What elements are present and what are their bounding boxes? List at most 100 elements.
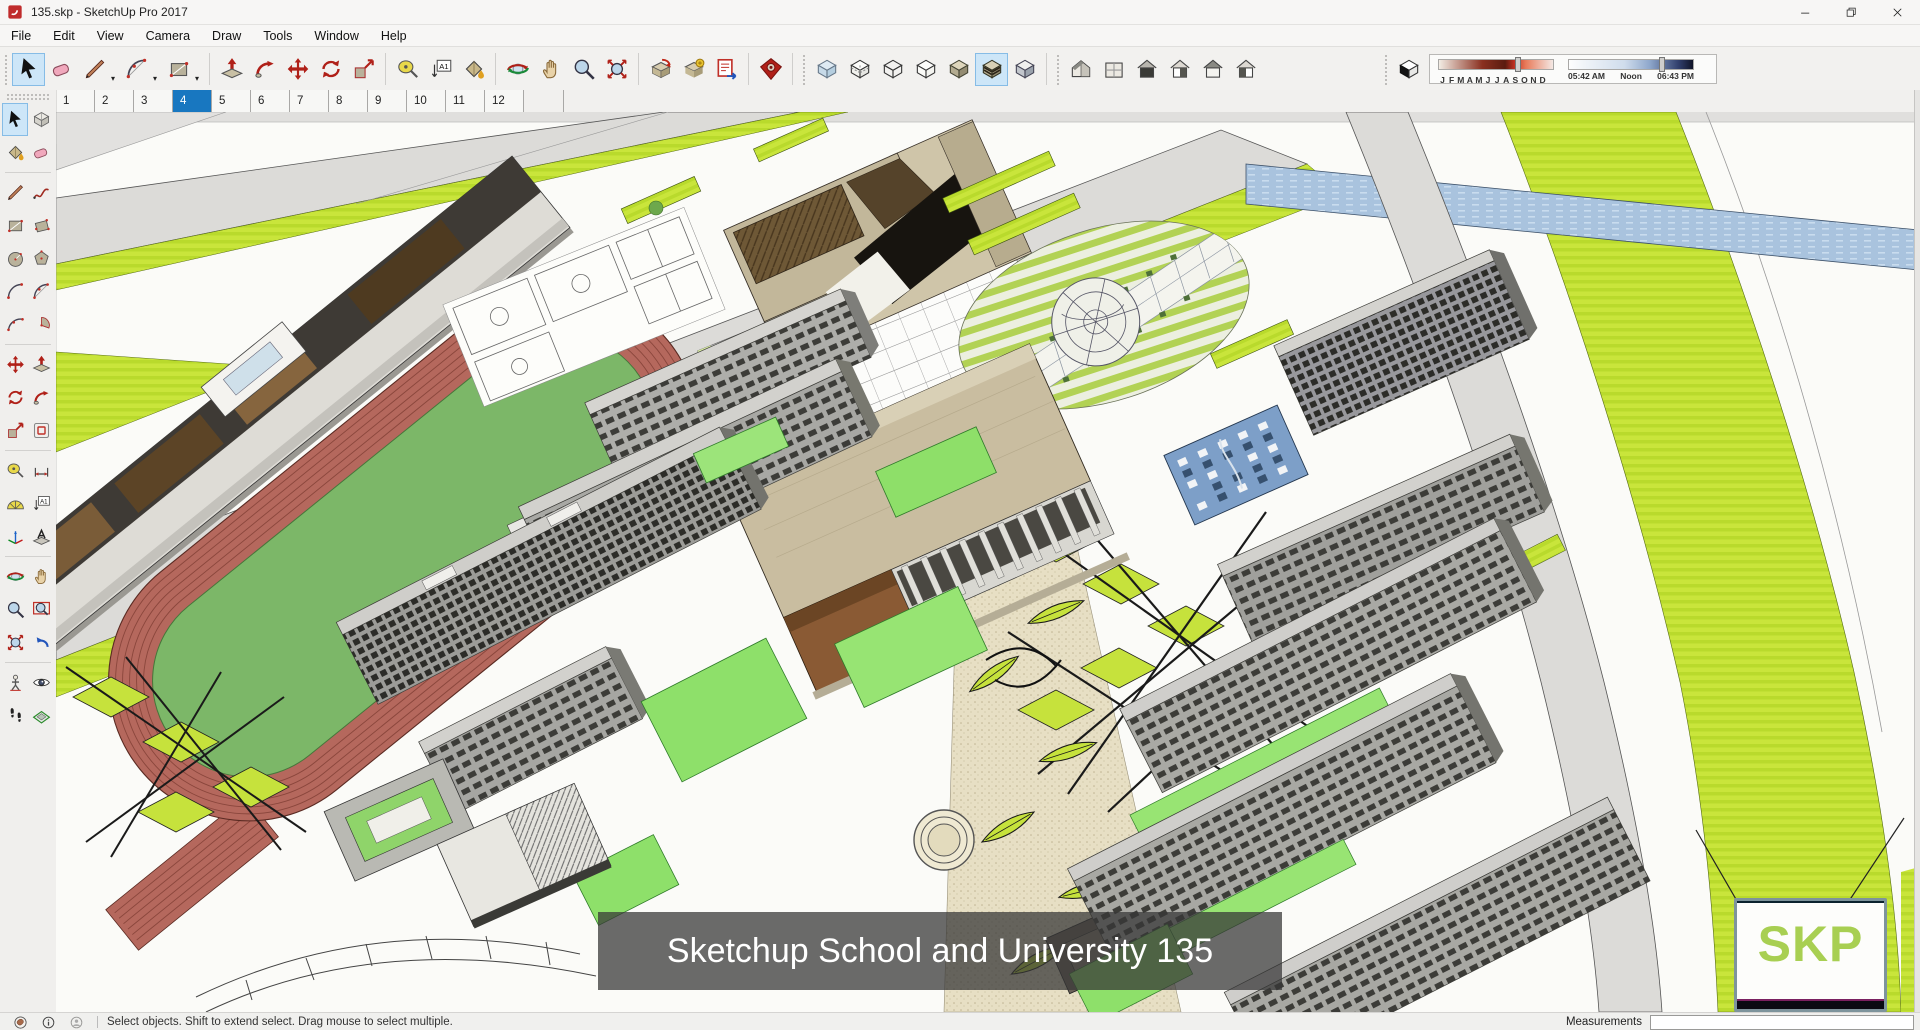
menu-camera[interactable]: Camera — [135, 27, 201, 45]
orbit-button[interactable] — [501, 53, 534, 86]
scene-tab-5[interactable]: 5 — [212, 90, 251, 112]
rectangle-tool-button[interactable] — [2, 209, 28, 242]
back-edges-button[interactable] — [843, 53, 876, 86]
pan-tool-button[interactable] — [28, 560, 54, 593]
top-view-button[interactable] — [1097, 53, 1130, 86]
text-tool-button[interactable]: A1 — [28, 487, 54, 520]
shaded-button[interactable] — [942, 53, 975, 86]
protractor-tool-button[interactable] — [2, 487, 28, 520]
eraser-button[interactable] — [45, 53, 78, 86]
scale-button[interactable] — [347, 53, 380, 86]
scene-tab-11[interactable]: 11 — [446, 90, 485, 112]
pie-tool-button[interactable] — [28, 308, 54, 341]
scene-tab-1[interactable]: 1 — [56, 90, 95, 112]
menu-draw[interactable]: Draw — [201, 27, 252, 45]
menu-window[interactable]: Window — [303, 27, 369, 45]
share-model-button[interactable] — [677, 53, 710, 86]
send-to-layout-button[interactable] — [710, 53, 743, 86]
scene-tab-3[interactable]: 3 — [134, 90, 173, 112]
position-camera-tool-button[interactable] — [2, 666, 28, 699]
toolbar-grip[interactable] — [801, 53, 807, 85]
palette-grip[interactable] — [6, 93, 50, 101]
menu-file[interactable]: File — [0, 27, 42, 45]
credits-icon[interactable] — [41, 1015, 56, 1030]
toolbar-grip[interactable] — [1383, 53, 1389, 85]
pan-button[interactable] — [534, 53, 567, 86]
move-button[interactable] — [281, 53, 314, 86]
rectangle-dropdown-caret-icon[interactable]: ▾ — [195, 74, 204, 86]
back-view-button[interactable] — [1196, 53, 1229, 86]
menu-help[interactable]: Help — [370, 27, 418, 45]
tape-measure-tool-button[interactable] — [2, 454, 28, 487]
zoom-extents-button[interactable] — [600, 53, 633, 86]
line-button[interactable] — [78, 53, 111, 86]
shadow-time-slider[interactable]: 05:42 AM Noon 06:43 PM — [1568, 57, 1694, 81]
offset-tool-button[interactable] — [28, 414, 54, 447]
rectangle-button[interactable] — [162, 53, 195, 86]
arc-tool-button[interactable] — [2, 275, 28, 308]
measurements-input[interactable] — [1650, 1014, 1914, 1030]
zoom-window-tool-button[interactable] — [28, 593, 54, 626]
toolbar-grip[interactable] — [3, 53, 9, 85]
sign-in-icon[interactable] — [69, 1015, 84, 1030]
rotate-button[interactable] — [314, 53, 347, 86]
model-viewport[interactable] — [56, 112, 1920, 1012]
follow-me-button[interactable] — [248, 53, 281, 86]
previous-tool-button[interactable] — [28, 626, 54, 659]
shadow-date-slider[interactable]: JFMAMJJASOND — [1438, 57, 1554, 88]
eraser-tool-button[interactable] — [28, 136, 54, 169]
scale-tool-button[interactable] — [2, 414, 28, 447]
scene-tab-7[interactable]: 7 — [290, 90, 329, 112]
dimension-tool-button[interactable] — [28, 454, 54, 487]
scene-tab-10[interactable]: 10 — [407, 90, 446, 112]
toolbar-grip[interactable] — [1055, 53, 1061, 85]
push-pull-button[interactable] — [215, 53, 248, 86]
shadows-toggle-button[interactable] — [1392, 53, 1425, 86]
three-point-arc-tool-button[interactable] — [2, 308, 28, 341]
paint-bucket-button[interactable] — [457, 53, 490, 86]
freehand-tool-button[interactable] — [28, 176, 54, 209]
push-pull-tool-button[interactable] — [28, 348, 54, 381]
iso-view-button[interactable] — [1064, 53, 1097, 86]
menu-edit[interactable]: Edit — [42, 27, 86, 45]
front-view-button[interactable] — [1130, 53, 1163, 86]
restore-button[interactable] — [1828, 0, 1874, 24]
scene-tab-9[interactable]: 9 — [368, 90, 407, 112]
follow-me-tool-button[interactable] — [28, 381, 54, 414]
hidden-line-button[interactable] — [909, 53, 942, 86]
line-tool-button[interactable] — [2, 176, 28, 209]
paint-bucket-tool-button[interactable] — [2, 136, 28, 169]
time-slider-track[interactable] — [1568, 59, 1694, 70]
zoom-tool-button[interactable] — [2, 593, 28, 626]
left-view-button[interactable] — [1229, 53, 1262, 86]
extension-warehouse-button[interactable] — [754, 53, 787, 86]
orbit-tool-button[interactable] — [2, 560, 28, 593]
circle-tool-button[interactable] — [2, 242, 28, 275]
move-tool-button[interactable] — [2, 348, 28, 381]
line-dropdown-caret-icon[interactable]: ▾ — [111, 74, 120, 86]
right-view-button[interactable] — [1163, 53, 1196, 86]
make-component-tool-button[interactable] — [28, 103, 54, 136]
tape-measure-button[interactable] — [391, 53, 424, 86]
two-point-arc-tool-button[interactable] — [28, 275, 54, 308]
rotate-tool-button[interactable] — [2, 381, 28, 414]
scene-tab-2[interactable]: 2 — [95, 90, 134, 112]
close-button[interactable] — [1874, 0, 1920, 24]
look-around-tool-button[interactable] — [28, 666, 54, 699]
x-ray-button[interactable] — [810, 53, 843, 86]
zoom-extents-tool-button[interactable] — [2, 626, 28, 659]
scene-tab-8[interactable]: 8 — [329, 90, 368, 112]
menu-tools[interactable]: Tools — [252, 27, 303, 45]
monochrome-button[interactable] — [1008, 53, 1041, 86]
text3d-tool-button[interactable] — [28, 520, 54, 553]
menu-view[interactable]: View — [86, 27, 135, 45]
walk-tool-button[interactable] — [2, 699, 28, 732]
scene-tab-12[interactable]: 12 — [485, 90, 524, 112]
two-point-arc-button[interactable] — [120, 53, 153, 86]
wireframe-button[interactable] — [876, 53, 909, 86]
section-plane-tool-button[interactable] — [28, 699, 54, 732]
date-slider-thumb[interactable] — [1514, 57, 1521, 72]
axes-tool-button[interactable] — [2, 520, 28, 553]
rotated-rectangle-tool-button[interactable] — [28, 209, 54, 242]
time-slider-thumb[interactable] — [1658, 57, 1665, 72]
